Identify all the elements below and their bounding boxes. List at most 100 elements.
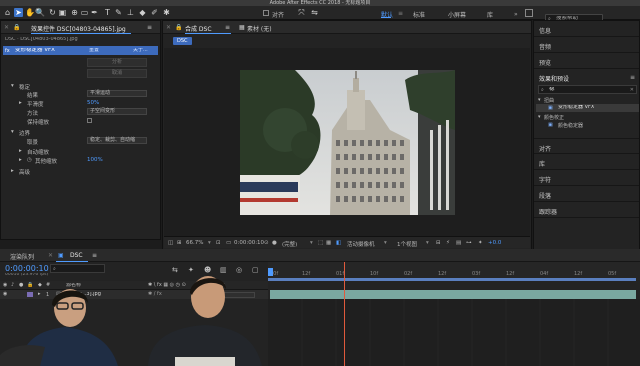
- panel-info[interactable]: 信息: [534, 21, 639, 37]
- chevron-down-icon[interactable]: ▾: [426, 240, 429, 246]
- chevron-down-icon[interactable]: ▾: [538, 97, 541, 103]
- comp-mini-flowchart-icon[interactable]: ⇆: [172, 266, 178, 274]
- brush-tool-icon[interactable]: ✎: [114, 8, 123, 17]
- motion-blur-icon[interactable]: ◎: [236, 266, 242, 274]
- timeline-track-area[interactable]: [268, 299, 640, 366]
- solo-icon[interactable]: ●: [19, 282, 23, 288]
- effects-group-color-correction[interactable]: 颜色校正: [544, 114, 564, 121]
- roto-brush-tool-icon[interactable]: ✐: [150, 8, 159, 17]
- graph-editor-icon[interactable]: ▢: [252, 266, 259, 274]
- panel-effects-presets[interactable]: 效果和预设 ≡: [534, 69, 639, 85]
- current-time-indicator[interactable]: [344, 262, 345, 366]
- panel-menu-icon[interactable]: ≡: [225, 24, 230, 31]
- framing-dropdown[interactable]: 稳定、裁剪、自动缩: [87, 137, 147, 144]
- panel-align[interactable]: 对齐: [534, 138, 639, 154]
- chevron-right-icon[interactable]: ▸: [11, 168, 14, 174]
- zoom-tool-icon[interactable]: 🔍: [35, 8, 45, 17]
- chevron-down-icon[interactable]: ▾: [310, 240, 313, 246]
- panel-menu-icon[interactable]: ≡: [630, 74, 635, 81]
- chevron-right-icon[interactable]: ▸: [38, 291, 41, 297]
- fast-preview-icon[interactable]: ⚡: [446, 240, 450, 246]
- panel-audio[interactable]: 音频: [534, 37, 639, 53]
- eraser-tool-icon[interactable]: ◆: [138, 8, 147, 17]
- rotate-tool-icon[interactable]: ↻: [48, 8, 57, 17]
- comp-flowchart-icon[interactable]: ⊶: [466, 240, 472, 246]
- work-area-bar[interactable]: [268, 278, 636, 281]
- auto-scale-row[interactable]: ▸ 自动缩放: [1, 146, 160, 156]
- align-checkbox[interactable]: [263, 10, 269, 16]
- workspace-small-screen[interactable]: 小屏幕: [448, 10, 466, 19]
- method-dropdown[interactable]: 子空间变形: [87, 108, 147, 115]
- layer-row[interactable]: ◉ ▸ 1 ▤ DSC[0...3].jpg ✱ / fx: [0, 290, 268, 299]
- audio-toggle-icon[interactable]: ♪: [11, 282, 14, 288]
- video-toggle-icon[interactable]: ◉: [3, 282, 7, 288]
- more-workspaces-icon[interactable]: »: [514, 11, 518, 18]
- color-channel-icon[interactable]: ●: [272, 240, 277, 246]
- transparency-grid-icon[interactable]: ▦: [326, 240, 331, 246]
- workspace-library[interactable]: 库: [487, 10, 493, 19]
- pan-behind-tool-icon[interactable]: ⊕: [70, 8, 79, 17]
- close-tab-icon[interactable]: ✕: [4, 24, 9, 31]
- timeline-search-input[interactable]: ⌕: [50, 264, 105, 273]
- lock-icon[interactable]: 🔒: [175, 24, 182, 31]
- workspace-standard[interactable]: 标准: [413, 10, 425, 19]
- puppet-tool-icon[interactable]: ✱: [162, 8, 171, 17]
- mask-visibility-icon[interactable]: ▭: [226, 240, 231, 246]
- result-dropdown[interactable]: 平滑运动: [87, 90, 147, 97]
- grid-icon[interactable]: ⊞: [177, 240, 182, 246]
- analyze-button[interactable]: 分析: [87, 58, 147, 67]
- layer-switches[interactable]: ✱ / fx: [148, 291, 162, 297]
- chevron-right-icon[interactable]: ▸: [19, 148, 22, 154]
- 3d-view-icon[interactable]: ◧: [336, 240, 341, 246]
- tab-timeline-comp[interactable]: DSC: [70, 252, 83, 259]
- frame-blending-icon[interactable]: ▥: [220, 266, 227, 274]
- views-dropdown[interactable]: 1个视图: [397, 240, 417, 248]
- clear-search-icon[interactable]: ✕: [630, 87, 634, 93]
- always-preview-icon[interactable]: ◫: [168, 240, 173, 246]
- zoom-value[interactable]: 66.7%: [186, 240, 203, 246]
- timeline-timecode[interactable]: 0:00:00:10: [5, 264, 49, 273]
- panel-menu-icon[interactable]: ≡: [147, 24, 152, 31]
- draft-3d-icon[interactable]: ✦: [188, 266, 194, 274]
- home-icon[interactable]: ⌂: [3, 8, 12, 17]
- parent-dropdown[interactable]: [215, 292, 255, 298]
- effects-item-color-stabilizer[interactable]: 颜色稳定器: [558, 122, 583, 129]
- extend-icon[interactable]: ⇋: [310, 8, 319, 17]
- other-scale-value[interactable]: 100%: [87, 157, 103, 163]
- composition-viewer[interactable]: [164, 48, 530, 248]
- chevron-down-icon[interactable]: ▾: [538, 114, 541, 120]
- effects-search-input[interactable]: ⌕ 稳 ✕: [538, 85, 637, 94]
- layer-label-color[interactable]: [27, 292, 33, 297]
- tab-effect-controls[interactable]: 效果控件 DSC[04803-04865].jpg: [31, 24, 126, 33]
- chevron-down-icon[interactable]: ▾: [11, 129, 14, 135]
- shy-layers-icon[interactable]: ☻: [204, 266, 211, 274]
- safe-margins-icon[interactable]: ⊡: [216, 240, 221, 246]
- tab-render-queue[interactable]: 渲染队列: [10, 252, 34, 261]
- sync-icon[interactable]: [525, 9, 533, 17]
- panel-menu-icon[interactable]: ≡: [92, 252, 97, 259]
- col-parent[interactable]: 父级: [215, 283, 225, 288]
- smoothness-value[interactable]: 50%: [87, 100, 99, 106]
- keep-scale-checkbox[interactable]: [87, 118, 92, 123]
- snap-icon[interactable]: ⤧: [297, 8, 306, 17]
- section-borders[interactable]: ▾ 边界: [1, 127, 160, 137]
- eye-icon[interactable]: ◉: [3, 291, 7, 297]
- panel-character[interactable]: 字符: [534, 170, 639, 186]
- toggle-pixel-aspect-icon[interactable]: ⊟: [436, 240, 441, 246]
- comp-chip[interactable]: DSC: [173, 37, 192, 45]
- close-tab-icon[interactable]: ✕: [48, 252, 53, 259]
- camera-dropdown[interactable]: 活动摄像机: [347, 240, 375, 248]
- about-link[interactable]: 关于...: [133, 48, 148, 53]
- lock-icon[interactable]: 🔒: [27, 282, 33, 288]
- fx-icon[interactable]: fx: [5, 48, 10, 54]
- clone-stamp-tool-icon[interactable]: ⊥: [126, 8, 135, 17]
- region-of-interest-icon[interactable]: ⬚: [318, 240, 323, 246]
- panel-library[interactable]: 库: [534, 154, 639, 170]
- effects-item-selected[interactable]: ▣ 变形稳定器 VFX: [536, 104, 639, 112]
- footage-icon[interactable]: ▦: [239, 24, 245, 31]
- tab-composition[interactable]: 合成 DSC: [185, 24, 212, 33]
- current-time-indicator-head[interactable]: [268, 268, 273, 276]
- cancel-button[interactable]: 取消: [87, 69, 147, 78]
- panel-paragraph[interactable]: 段落: [534, 186, 639, 202]
- effects-group-distort[interactable]: 扭曲: [544, 97, 554, 104]
